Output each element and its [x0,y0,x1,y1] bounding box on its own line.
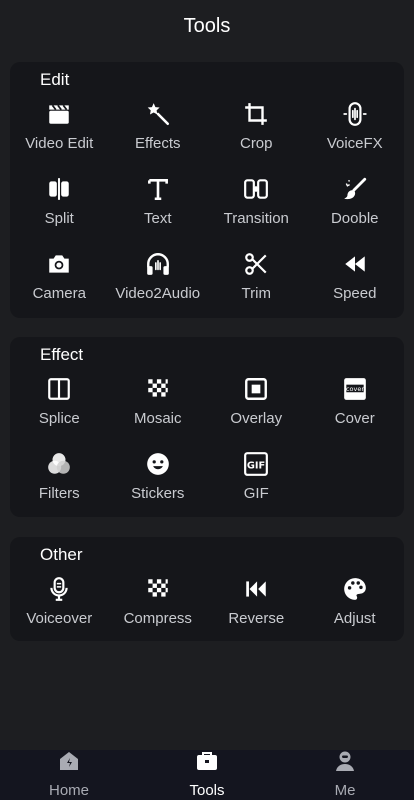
tool-video2audio[interactable]: Video2Audio [109,248,208,323]
overlay-icon [242,375,270,403]
tool-compress[interactable]: Compress [109,573,208,648]
voice-fx-icon [341,100,369,128]
magic-wand-icon [144,100,172,128]
mosaic-icon [144,375,172,403]
tab-home[interactable]: Home [0,750,138,800]
tool-label: Filters [38,485,80,502]
edit-section: Edit Video Edit Effects Crop VoiceFX Spl… [10,62,404,318]
tool-label: Text [143,210,172,227]
section-title-edit: Edit [40,70,70,89]
effect-section: Effect Splice Mosaic Overlay cover Cover [10,337,404,517]
tool-label: Mosaic [133,410,182,427]
rewind-icon [341,250,369,278]
tool-label: Speed [333,285,377,302]
tool-stickers[interactable]: Stickers [109,448,208,523]
gif-icon: GIF [242,450,270,478]
tool-label: Cover [334,410,375,427]
bottom-tab-bar: Home Tools Me [0,750,414,800]
transition-icon [242,175,270,203]
tool-cover[interactable]: cover Cover [306,373,405,448]
tab-tools[interactable]: Tools [138,750,276,800]
toolbox-icon [195,749,219,778]
tool-label: Compress [123,610,192,627]
tool-voiceover[interactable]: Voiceover [10,573,109,648]
tool-speed[interactable]: Speed [306,248,405,323]
tool-gif[interactable]: GIF GIF [207,448,306,523]
tool-label: Stickers [131,485,185,502]
sticker-icon [144,450,172,478]
profile-icon [333,749,357,778]
clapperboard-icon [45,100,73,128]
tool-label: Effects [134,135,181,152]
tool-label: GIF [243,485,269,502]
tool-effects[interactable]: Effects [109,98,208,173]
tool-camera[interactable]: Camera [10,248,109,323]
tab-me[interactable]: Me [276,750,414,800]
tab-home-label: Home [48,782,89,799]
section-title-other: Other [40,545,83,564]
tool-dooble[interactable]: Dooble [306,173,405,248]
camera-icon [45,250,73,278]
tool-video-edit[interactable]: Video Edit [10,98,109,173]
tool-label: Video2Audio [115,285,201,302]
compress-icon [144,575,172,603]
tool-voicefx[interactable]: VoiceFX [306,98,405,173]
scissors-icon [242,250,270,278]
tool-transition[interactable]: Transition [207,173,306,248]
tool-label: Dooble [330,210,379,227]
tool-label: Video Edit [25,135,94,152]
palette-icon [341,575,369,603]
tool-label: Crop [239,135,273,152]
tool-label: Overlay [230,410,283,427]
tool-trim[interactable]: Trim [207,248,306,323]
tool-filters[interactable]: Filters [10,448,109,523]
tool-label: Camera [32,285,86,302]
tool-adjust[interactable]: Adjust [306,573,405,648]
tool-label: Reverse [228,610,285,627]
other-section: Other Voiceover Compress Reverse Adjust [10,537,404,641]
home-icon [57,749,81,778]
text-icon [144,175,172,203]
skip-back-icon [242,575,270,603]
tab-tools-label: Tools [189,782,225,799]
tool-label: Split [44,210,74,227]
tab-me-label: Me [334,782,356,799]
cover-icon: cover [341,375,369,403]
tool-label: Splice [38,410,80,427]
tool-overlay[interactable]: Overlay [207,373,306,448]
tool-reverse[interactable]: Reverse [207,573,306,648]
split-icon [45,175,73,203]
filters-icon [45,450,73,478]
crop-icon [242,100,270,128]
app-header: Tools [0,0,414,52]
tool-label: Trim [241,285,271,302]
tool-split[interactable]: Split [10,173,109,248]
tool-label: Transition [223,210,289,227]
splice-icon [45,375,73,403]
tool-label: Voiceover [26,610,93,627]
tool-text[interactable]: Text [109,173,208,248]
svg-text:GIF: GIF [247,460,265,471]
headphones-icon [144,250,172,278]
tool-label: Adjust [333,610,376,627]
brush-icon [341,175,369,203]
tool-label: VoiceFX [326,135,383,152]
tool-crop[interactable]: Crop [207,98,306,173]
svg-text:cover: cover [346,385,364,393]
tool-splice[interactable]: Splice [10,373,109,448]
microphone-icon [45,575,73,603]
section-title-effect: Effect [40,345,84,364]
page-title: Tools [183,14,231,37]
tool-mosaic[interactable]: Mosaic [109,373,208,448]
